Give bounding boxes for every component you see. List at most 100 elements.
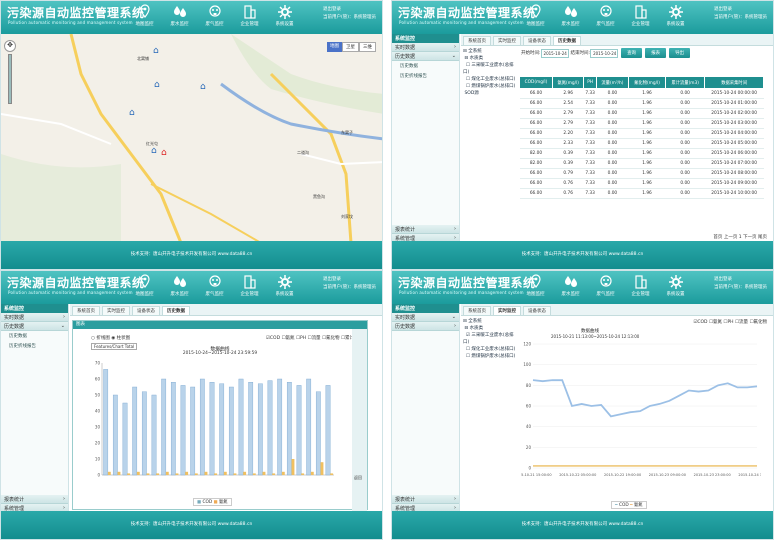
nav-item-1[interactable]: 废水监控 (553, 274, 588, 303)
y-tick-label: 60 (526, 404, 532, 409)
logout-link[interactable]: 退出登录 (714, 6, 767, 14)
nav-item-2[interactable]: 废气监控 (197, 4, 232, 33)
table-row[interactable]: 66.00 0.76 7.33 0.00 1.96 0.00 2015-10-24 09:0… (519, 178, 764, 189)
map-zoom-control[interactable]: ✥ (4, 40, 16, 110)
table-row[interactable]: 66.00 2.20 7.33 0.00 1.96 0.00 2015-10-24 04:0… (519, 128, 764, 139)
nav-item-3[interactable]: 企业管理 (232, 4, 267, 33)
app-header: 污染源自动监控管理系统 Pollution automatic monitori… (392, 271, 773, 304)
nav-item-4[interactable]: 系统设置 (658, 4, 693, 33)
map-type-3d[interactable]: 三维 (359, 42, 376, 52)
bar-ammonia (117, 471, 121, 475)
chart-option-list[interactable]: ☑COD ☐氨氮 ☐PH ☐流量 ☐氟化物 (693, 319, 767, 325)
sidebar-section-realtime[interactable]: 实时数据 › (392, 43, 459, 52)
nav-label: 废水监控 (170, 292, 189, 297)
chart-option-list[interactable]: ☑COD ☐氨氮 ☐PH ☐流量 ☐氟化物 ☐累计流量 (266, 335, 363, 341)
tree-group[interactable]: ⊟ 水质类 (463, 325, 517, 332)
nav-item-0[interactable]: 地图监控 (127, 274, 162, 303)
map-marker[interactable]: ⌂ (153, 46, 159, 56)
nav-item-0[interactable]: 地图监控 (518, 4, 553, 33)
sidebar-section-history[interactable]: 历史数据 › (392, 322, 459, 331)
sidebar-section-realtime[interactable]: 实时数据 ⌄ (392, 313, 459, 322)
tree-item[interactable]: ☐ 燃煤锅炉废水(总排口) (463, 83, 517, 90)
table-row[interactable]: 66.00 0.79 7.33 0.00 1.96 0.00 2015-10-24 08:0… (519, 168, 764, 179)
nav-item-4[interactable]: 系统设置 (267, 274, 302, 303)
table-row[interactable]: 66.00 0.76 7.33 0.00 1.96 0.00 2015-10-24 10:0… (519, 188, 764, 199)
map-type-map[interactable]: 地图 (327, 42, 342, 52)
start-date-input[interactable]: 2015-10-24 (540, 48, 569, 58)
sidebar-item-history-data[interactable]: 历史数据 (392, 61, 459, 71)
sidebar-section-report[interactable]: 报表统计 › (1, 495, 68, 504)
logout-link[interactable]: 退出登录 (323, 6, 376, 14)
table-row[interactable]: 66.00 2.54 7.33 0.00 1.96 0.00 2015-10-24 01:0… (519, 98, 764, 109)
tree-extra[interactable]: SOD源 (463, 90, 517, 97)
main-nav: 地图监控 废水监控 废气监控 企业管理 系统设置 (518, 4, 693, 33)
nav-item-0[interactable]: 地图监控 (518, 274, 553, 303)
tree-root[interactable]: ⊟ 全系统 (463, 318, 517, 325)
end-date-input[interactable]: 2015-10-24 (590, 48, 619, 58)
sidebar-section-report[interactable]: 报表统计 › (392, 495, 459, 504)
sidebar-section-report[interactable]: 报表统计 › (392, 225, 459, 234)
tab-device[interactable]: 设备状态 (523, 36, 551, 45)
return-button[interactable]: 返回 (354, 475, 362, 481)
map-marker[interactable]: ⌂ (129, 108, 135, 118)
table-row[interactable]: 66.00 2.33 7.33 0.00 1.96 0.00 2015-10-24 05:0… (519, 138, 764, 149)
chart-mode-switch[interactable]: ○ 折线图 ◉ 柱状图 (91, 335, 130, 341)
logout-link[interactable]: 退出登录 (323, 276, 376, 284)
export-button[interactable]: 导出 (669, 48, 691, 58)
tree-root[interactable]: ⊟ 全系统 (463, 48, 517, 55)
map-marker[interactable]: ⌂ (200, 82, 206, 92)
logout-link[interactable]: 退出登录 (714, 276, 767, 284)
table-pager[interactable]: 首页 上一页 1 下一页 尾页 (713, 234, 767, 240)
tree-item[interactable]: ☑ 三采暖工业废水(总排口) (463, 332, 517, 346)
zoom-slider[interactable] (8, 54, 12, 104)
tree-item[interactable]: ☐ 燃煤锅炉废水(总排口) (463, 353, 517, 360)
tab-device[interactable]: 设备状态 (523, 306, 551, 315)
nav-item-3[interactable]: 企业管理 (623, 4, 658, 33)
nav-item-3[interactable]: 企业管理 (232, 274, 267, 303)
tree-group[interactable]: ⊟ 水质类 (463, 55, 517, 62)
table-row[interactable]: 82.00 0.39 7.33 0.00 1.96 0.00 2015-10-24 06:0… (519, 148, 764, 159)
table-row[interactable]: 66.00 2.79 7.33 0.00 1.96 0.00 2015-10-24 02:0… (519, 108, 764, 119)
nav-item-4[interactable]: 系统设置 (267, 4, 302, 33)
tab-device[interactable]: 设备状态 (132, 306, 160, 315)
map-marker[interactable]: ⌂ (151, 146, 157, 156)
nav-item-3[interactable]: 企业管理 (623, 274, 658, 303)
table-row[interactable]: 82.00 0.39 7.33 0.00 1.96 0.00 2015-10-24 07:0… (519, 158, 764, 169)
tab-realtime[interactable]: 实时监控 (102, 306, 130, 315)
table-cell: 2015-10-24 03:00:00 (704, 118, 764, 129)
sidebar-item-history-line[interactable]: 历史折线报告 (1, 341, 68, 351)
nav-item-1[interactable]: 废水监控 (162, 274, 197, 303)
tab-realtime[interactable]: 实时监控 (493, 306, 521, 315)
map-marker-alert[interactable]: ⌂ (161, 148, 167, 158)
nav-item-1[interactable]: 废水监控 (553, 4, 588, 33)
report-button[interactable]: 报表 (645, 48, 667, 58)
tab-home[interactable]: 系统首页 (463, 306, 491, 315)
tab-home[interactable]: 系统首页 (463, 36, 491, 45)
tab-history[interactable]: 历史数据 (162, 306, 190, 315)
query-button[interactable]: 查询 (621, 48, 643, 58)
map-type-satellite[interactable]: 卫星 (342, 42, 359, 52)
sidebar-item-history-line[interactable]: 历史折线报告 (392, 71, 459, 81)
nav-item-1[interactable]: 废水监控 (162, 4, 197, 33)
tree-item[interactable]: ☐ 三采暖工业废水(总排口) (463, 62, 517, 76)
sidebar-item-history-data[interactable]: 历史数据 (1, 331, 68, 341)
tab-home[interactable]: 系统首页 (72, 306, 100, 315)
pan-icon[interactable]: ✥ (4, 40, 16, 52)
table-cell: 0.00 (596, 158, 629, 169)
sidebar-section-history[interactable]: 历史数据 ⌄ (392, 52, 459, 61)
map-marker[interactable]: ⌂ (154, 80, 160, 90)
map-canvas[interactable]: ✥ 地图 卫星 三维 ⌂ ⌂ ⌂ ⌂ ⌂ ⌂ 北窝铺 东窝子 红光屯 二道沟 黑… (1, 34, 382, 243)
tree-item[interactable]: ☐ 煤化工业废水(总排口) (463, 76, 517, 83)
nav-item-2[interactable]: 废气监控 (588, 4, 623, 33)
nav-item-2[interactable]: 废气监控 (588, 274, 623, 303)
sidebar-section-history[interactable]: 历史数据 ⌄ (1, 322, 68, 331)
sidebar-section-realtime[interactable]: 实时数据 › (1, 313, 68, 322)
nav-item-0[interactable]: 地图监控 (127, 4, 162, 33)
table-row[interactable]: 66.00 2.96 7.33 0.00 1.96 0.00 2015-10-24 00:0… (519, 88, 764, 99)
tab-realtime[interactable]: 实时监控 (493, 36, 521, 45)
tab-history[interactable]: 历史数据 (553, 36, 581, 45)
tree-item[interactable]: ☐ 煤化工业废水(总排口) (463, 346, 517, 353)
table-row[interactable]: 66.00 2.79 7.33 0.00 1.96 0.00 2015-10-24 03:0… (519, 118, 764, 129)
nav-item-4[interactable]: 系统设置 (658, 274, 693, 303)
nav-item-2[interactable]: 废气监控 (197, 274, 232, 303)
